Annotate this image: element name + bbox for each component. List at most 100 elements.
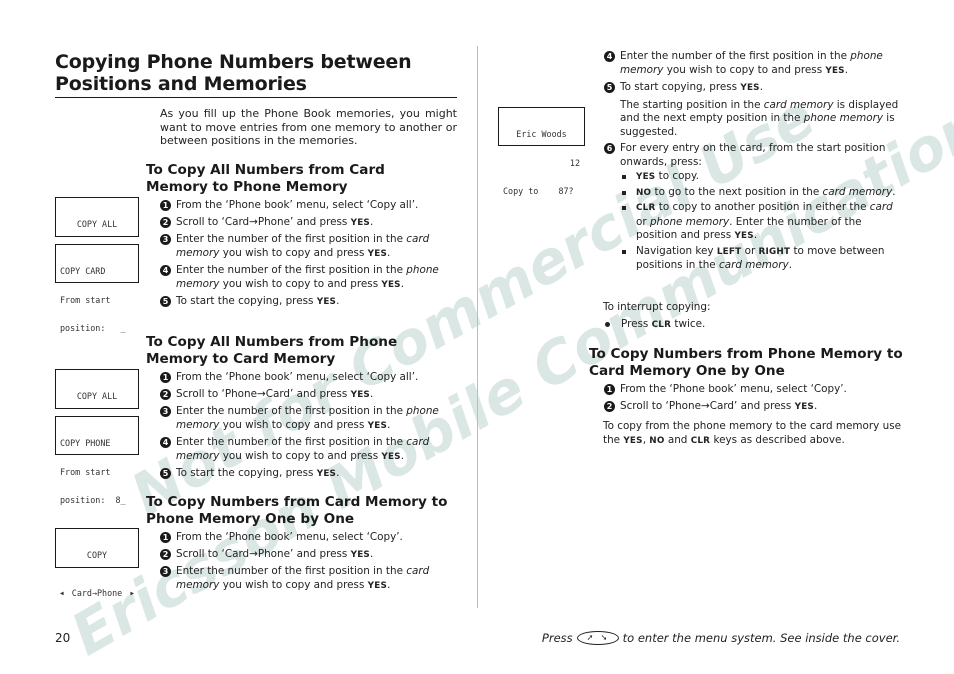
lcd-line: From start <box>60 294 111 305</box>
step-3: 3 Enter the number of the first position … <box>160 233 460 261</box>
option-text: to go to the next position in the <box>651 185 823 198</box>
step-4: 4 Enter the number of the first position … <box>604 50 904 78</box>
steps-phone-to-card-all: 1 From the ‘Phone book’ menu, select ‘Cop… <box>160 371 460 485</box>
key-yes: YES <box>350 389 370 400</box>
option-navigation: Navigation key LEFT or RIGHT to move bet… <box>620 245 904 273</box>
key-yes: YES <box>734 231 754 241</box>
phone-to-card-note: To copy from the phone memory to the car… <box>603 420 901 446</box>
bullet-text: Press <box>621 318 652 330</box>
step-text: For every entry on the card, from the st… <box>620 142 886 168</box>
step-number-icon: 4 <box>160 437 171 448</box>
step-text: From the ‘Phone book’ menu, select ‘Copy… <box>176 371 419 383</box>
option-no: NO to go to the next position in the car… <box>620 186 904 201</box>
step-number-icon: 4 <box>160 265 171 276</box>
step-number-icon: 6 <box>604 143 615 154</box>
step-6: 6 For every entry on the card, from the s… <box>604 142 904 273</box>
lcd-line: COPY CARD <box>60 266 106 276</box>
footer-press-text: Press <box>541 631 573 645</box>
step-text: To start copying, press <box>620 81 741 93</box>
step-number-icon: 1 <box>160 200 171 211</box>
step-number-icon: 2 <box>160 548 171 560</box>
key-yes: YES <box>636 172 656 182</box>
note-text: keys as described above. <box>710 433 845 446</box>
steps-phone-to-card-one: 1 From the ‘Phone book’ menu, select ‘Cop… <box>604 383 904 417</box>
step-number-icon: 2 <box>604 400 615 412</box>
interrupt-label: To interrupt copying: <box>603 301 711 313</box>
key-clr: CLR <box>690 435 711 446</box>
step-text: you wish to copy and press <box>219 418 368 431</box>
step-number-icon: 5 <box>160 468 171 479</box>
step-number-icon: 5 <box>160 296 171 307</box>
step-text: Scroll to ‘Card→Phone’ and press <box>176 547 351 560</box>
manual-page: Not for Commercial Use Ericsson Mobile C… <box>0 0 954 674</box>
step-text: From the ‘Phone book’ menu, select ‘Copy… <box>176 199 419 211</box>
step-2: 2 Scroll to ‘Card→Phone’ and press YES. <box>160 216 460 231</box>
option-text: to copy to another position in either th… <box>655 201 870 213</box>
option-clr: CLR to copy to another position in eithe… <box>620 201 904 244</box>
key-yes: YES <box>381 279 401 290</box>
step-number-icon: 1 <box>604 384 615 395</box>
option-yes: YES to copy. <box>620 170 904 185</box>
option-text: to copy. <box>655 170 699 182</box>
lcd-option: Card→Phone <box>71 587 123 598</box>
page-number: 20 <box>55 631 71 645</box>
key-right: RIGHT <box>758 246 791 257</box>
lcd-line: position: 8_ <box>60 495 126 505</box>
steps-card-to-phone-all: 1 From the ‘Phone book’ menu, select ‘Cop… <box>160 199 460 313</box>
option-text: Navigation key <box>636 244 717 257</box>
footer-hint-text: to enter the menu system. See inside the… <box>622 631 900 645</box>
step-text: Enter the number of the first position i… <box>176 233 407 245</box>
option-emphasis: phone memory <box>649 215 730 228</box>
step-number-icon: 3 <box>160 566 171 577</box>
step-text: Scroll to ‘Phone→Card’ and press <box>176 387 351 400</box>
lcd-line: COPY PHONE <box>60 438 111 448</box>
step-2: 2 Scroll to ‘Card→Phone’ and press YES. <box>160 548 460 563</box>
section-heading-card-to-phone-one: To Copy Numbers from Card Memory to Phon… <box>146 494 448 527</box>
step-text: you wish to copy to and press <box>219 277 382 290</box>
step-1: 1 From the ‘Phone book’ menu, select ‘Cop… <box>604 383 904 397</box>
step-2: 2 Scroll to ‘Phone→Card’ and press YES. <box>604 400 904 415</box>
step-5: 5 To start copying, press YES. The starti… <box>604 81 904 139</box>
column-divider <box>477 46 478 608</box>
step-3: 3 Enter the number of the first position … <box>160 405 460 433</box>
step-1: 1 From the ‘Phone book’ menu, select ‘Cop… <box>160 531 460 545</box>
step-text: Scroll to ‘Phone→Card’ and press <box>620 399 795 412</box>
step-emphasis: card memory <box>763 98 834 111</box>
steps-card-to-phone-one-part1: 1 From the ‘Phone book’ menu, select ‘Cop… <box>160 531 460 596</box>
option-emphasis: card memory <box>822 185 893 198</box>
lcd-title: COPY ALL <box>76 391 118 401</box>
lcd-title: COPY <box>86 550 108 560</box>
step-1: 1 From the ‘Phone book’ menu, select ‘Cop… <box>160 199 460 213</box>
step-1: 1 From the ‘Phone book’ menu, select ‘Cop… <box>160 371 460 385</box>
step-text: Enter the number of the first position i… <box>176 436 407 448</box>
key-yes: YES <box>381 451 401 462</box>
steps-card-to-phone-one-part2: 4 Enter the number of the first position … <box>604 50 904 276</box>
step-5: 5 To start the copying, press YES. <box>160 295 460 310</box>
lcd-display-copy-all-phone-card: COPY ALL ◀Phone→Card▶ <box>55 369 139 438</box>
key-no: NO <box>649 435 665 446</box>
lcd-display-eric-woods: Eric Woods 12 Copy to 87? <box>498 107 585 196</box>
lcd-line: Eric Woods <box>516 129 567 139</box>
step-text: To start the copying, press <box>176 295 317 307</box>
lcd-display-copy-card: COPY CARD From start position: _ <box>55 244 139 333</box>
key-yes: YES <box>623 435 643 446</box>
step-number-icon: 1 <box>160 532 171 543</box>
lcd-line: position: _ <box>60 323 126 333</box>
key-options-list: YES to copy. NO to go to the next positi… <box>604 170 904 273</box>
key-left: LEFT <box>716 246 742 257</box>
step-text: you wish to copy and press <box>219 246 368 259</box>
lcd-title: COPY ALL <box>76 219 118 229</box>
step-number-icon: 2 <box>160 388 171 400</box>
key-yes: YES <box>316 297 337 307</box>
step-3: 3 Enter the number of the first position … <box>160 565 460 593</box>
step-number-icon: 3 <box>160 234 171 245</box>
step-number-icon: 5 <box>604 82 615 93</box>
key-yes: YES <box>350 549 370 560</box>
key-yes: YES <box>740 83 760 93</box>
option-emphasis: card memory <box>719 259 789 271</box>
key-yes: YES <box>794 401 814 412</box>
step-text: you wish to copy to and press <box>663 63 826 76</box>
key-yes: YES <box>367 580 387 591</box>
intro-paragraph: As you fill up the Phone Book memories, … <box>160 107 457 148</box>
step-text: you wish to copy to and press <box>219 449 382 462</box>
